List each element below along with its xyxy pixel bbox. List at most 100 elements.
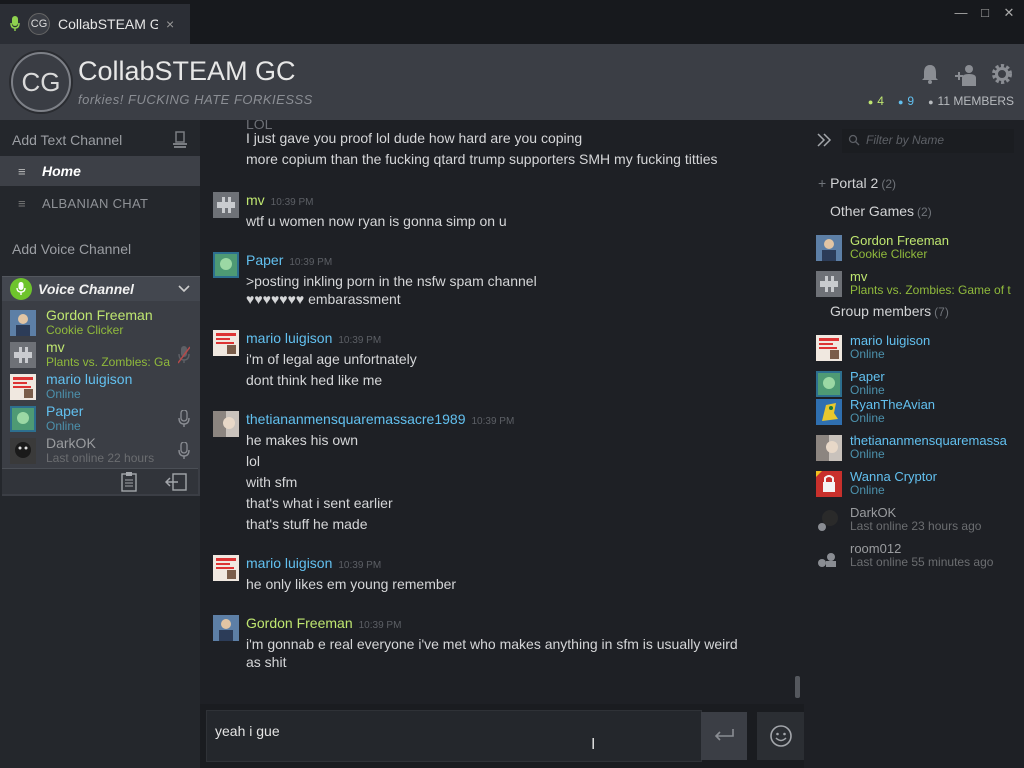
member-status: Online bbox=[46, 419, 81, 433]
member-name: mv bbox=[850, 269, 868, 284]
clipboard-icon[interactable] bbox=[120, 472, 138, 495]
chat-header: CG CollabSTEAM GC forkies! FUCKING HATE … bbox=[0, 44, 1024, 120]
message-text: ♥♥♥♥♥♥♥ embarassment bbox=[246, 291, 401, 307]
member-row[interactable]: thetiananmensquaremassa Online bbox=[814, 433, 1024, 463]
bell-icon[interactable] bbox=[918, 62, 944, 88]
member-status: Last online 23 hours ago bbox=[850, 519, 982, 533]
chevron-down-icon[interactable] bbox=[178, 282, 190, 296]
member-row[interactable]: room012 Last online 55 minutes ago bbox=[814, 541, 1024, 571]
avatar bbox=[10, 406, 36, 432]
close-window-button[interactable]: ✕ bbox=[1000, 5, 1018, 21]
member-panel: Filter by Name + Portal 2 (2) Other Games… bbox=[804, 120, 1024, 768]
chat-tab[interactable]: CG CollabSTEAM G × bbox=[0, 4, 190, 44]
message-author[interactable]: Gordon Freeman 10:39 PM bbox=[246, 615, 401, 631]
member-status: Plants vs. Zombies: Game of t bbox=[850, 283, 1011, 297]
send-button[interactable] bbox=[701, 712, 747, 760]
group-members-header[interactable]: Group members (7) bbox=[830, 303, 949, 319]
avatar[interactable] bbox=[213, 330, 239, 356]
message-text: lol bbox=[246, 453, 261, 469]
maximize-button[interactable]: □ bbox=[976, 5, 994, 20]
avatar bbox=[816, 399, 842, 425]
total-members: ● 11 MEMBERS bbox=[928, 94, 1014, 108]
member-status: Last online 22 hours bbox=[46, 451, 155, 465]
member-status: Online bbox=[850, 411, 885, 425]
expand-icon: + bbox=[818, 175, 831, 191]
message-text: with sfm bbox=[246, 474, 298, 490]
avatar bbox=[816, 543, 842, 569]
avatar bbox=[10, 374, 36, 400]
avatar[interactable] bbox=[213, 252, 239, 278]
voice-member[interactable]: mario luigison Online bbox=[10, 371, 198, 403]
leave-channel-icon[interactable] bbox=[164, 473, 187, 494]
ingame-count: ● 4 bbox=[867, 94, 884, 108]
channel-sidebar: Add Text Channel ≡ Home ≡ ALBANIAN CHAT … bbox=[0, 120, 200, 768]
channel-home[interactable]: ≡ Home bbox=[0, 156, 200, 186]
member-status: Cookie Clicker bbox=[46, 323, 124, 337]
avatar bbox=[816, 371, 842, 397]
voice-member[interactable]: Gordon Freeman Cookie Clicker bbox=[10, 307, 198, 339]
group-title: CollabSTEAM GC bbox=[78, 56, 296, 86]
message-text: that's what i sent earlier bbox=[246, 495, 393, 511]
add-channel-icon[interactable] bbox=[172, 131, 188, 152]
voice-member[interactable]: DarkOK Last online 22 hours bbox=[10, 435, 198, 467]
message-time: 10:39 PM bbox=[338, 560, 382, 571]
message-author[interactable]: mv 10:39 PM bbox=[246, 192, 313, 208]
message-author[interactable]: thetiananmensquaremassacre1989 10:39 PM bbox=[246, 411, 514, 427]
minimize-button[interactable]: — bbox=[952, 5, 970, 20]
add-voice-channel-button[interactable]: Add Voice Channel bbox=[12, 241, 131, 257]
member-row[interactable]: mv Plants vs. Zombies: Game of t bbox=[814, 269, 1024, 299]
member-name: thetiananmensquaremassa bbox=[850, 433, 1007, 448]
gear-icon[interactable] bbox=[990, 62, 1016, 88]
member-row[interactable]: Gordon Freeman Cookie Clicker bbox=[814, 233, 1024, 263]
add-friend-icon[interactable] bbox=[954, 62, 980, 88]
member-row[interactable]: mario luigison Online bbox=[814, 333, 1024, 363]
member-filter-input[interactable]: Filter by Name bbox=[842, 129, 1014, 153]
channel-albanian-chat[interactable]: ≡ ALBANIAN CHAT bbox=[0, 188, 200, 218]
enter-icon bbox=[713, 728, 735, 745]
member-row[interactable]: RyanTheAvian Online bbox=[814, 397, 1024, 427]
avatar bbox=[816, 507, 842, 533]
message-author[interactable]: mario luigison 10:39 PM bbox=[246, 330, 381, 346]
title-bar: CG CollabSTEAM G × — □ ✕ bbox=[0, 0, 1024, 44]
group-avatar[interactable]: CG bbox=[11, 52, 71, 112]
message-author[interactable]: Paper 10:39 PM bbox=[246, 252, 332, 268]
text-cursor-icon: I bbox=[591, 736, 596, 753]
member-name: mv bbox=[46, 339, 65, 355]
message-text: >posting inkling porn in the nsfw spam c… bbox=[246, 273, 537, 289]
message-time: 10:39 PM bbox=[289, 257, 333, 268]
group-portal-2[interactable]: + Portal 2 (2) bbox=[818, 175, 896, 191]
member-row[interactable]: Paper Online bbox=[814, 369, 1024, 399]
member-name: room012 bbox=[850, 541, 902, 556]
voice-member[interactable]: Paper Online bbox=[10, 403, 198, 435]
tab-title: CollabSTEAM G bbox=[58, 16, 158, 32]
collapse-panel-icon[interactable] bbox=[816, 132, 832, 151]
member-status: Plants vs. Zombies: Ga bbox=[46, 355, 171, 369]
message-input[interactable]: yeah i gue bbox=[206, 710, 702, 762]
member-row[interactable]: DarkOK Last online 23 hours ago bbox=[814, 505, 1024, 535]
member-name: RyanTheAvian bbox=[850, 397, 936, 412]
emoticon-button[interactable] bbox=[769, 724, 793, 751]
voice-member[interactable]: mv Plants vs. Zombies: Ga bbox=[10, 339, 198, 371]
member-name: mario luigison bbox=[850, 333, 931, 348]
member-status: Last online 55 minutes ago bbox=[850, 555, 994, 569]
message-author[interactable]: mario luigison 10:39 PM bbox=[246, 555, 381, 571]
chat-scrollbar[interactable] bbox=[795, 676, 800, 698]
group-other-games[interactable]: Other Games (2) bbox=[830, 203, 932, 219]
member-row[interactable]: Wanna Cryptor Online bbox=[814, 469, 1024, 499]
message-text: wtf u women now ryan is gonna simp on u bbox=[246, 213, 507, 229]
message-time: 10:39 PM bbox=[270, 197, 314, 208]
avatar[interactable] bbox=[213, 192, 239, 218]
message-text: more copium than the fucking qtard trump… bbox=[246, 151, 718, 167]
add-text-channel-button[interactable]: Add Text Channel bbox=[12, 132, 122, 148]
avatar[interactable] bbox=[213, 615, 239, 641]
voice-channel-footer bbox=[2, 468, 198, 494]
avatar bbox=[816, 471, 842, 497]
member-status: Online bbox=[850, 447, 885, 461]
member-name: mario luigison bbox=[46, 371, 133, 387]
mic-icon bbox=[178, 409, 190, 431]
tab-avatar: CG bbox=[28, 13, 50, 35]
voice-channel-header[interactable]: Voice Channel bbox=[2, 277, 200, 301]
avatar[interactable] bbox=[213, 555, 239, 581]
close-tab-icon[interactable]: × bbox=[166, 16, 174, 32]
avatar[interactable] bbox=[213, 411, 239, 437]
